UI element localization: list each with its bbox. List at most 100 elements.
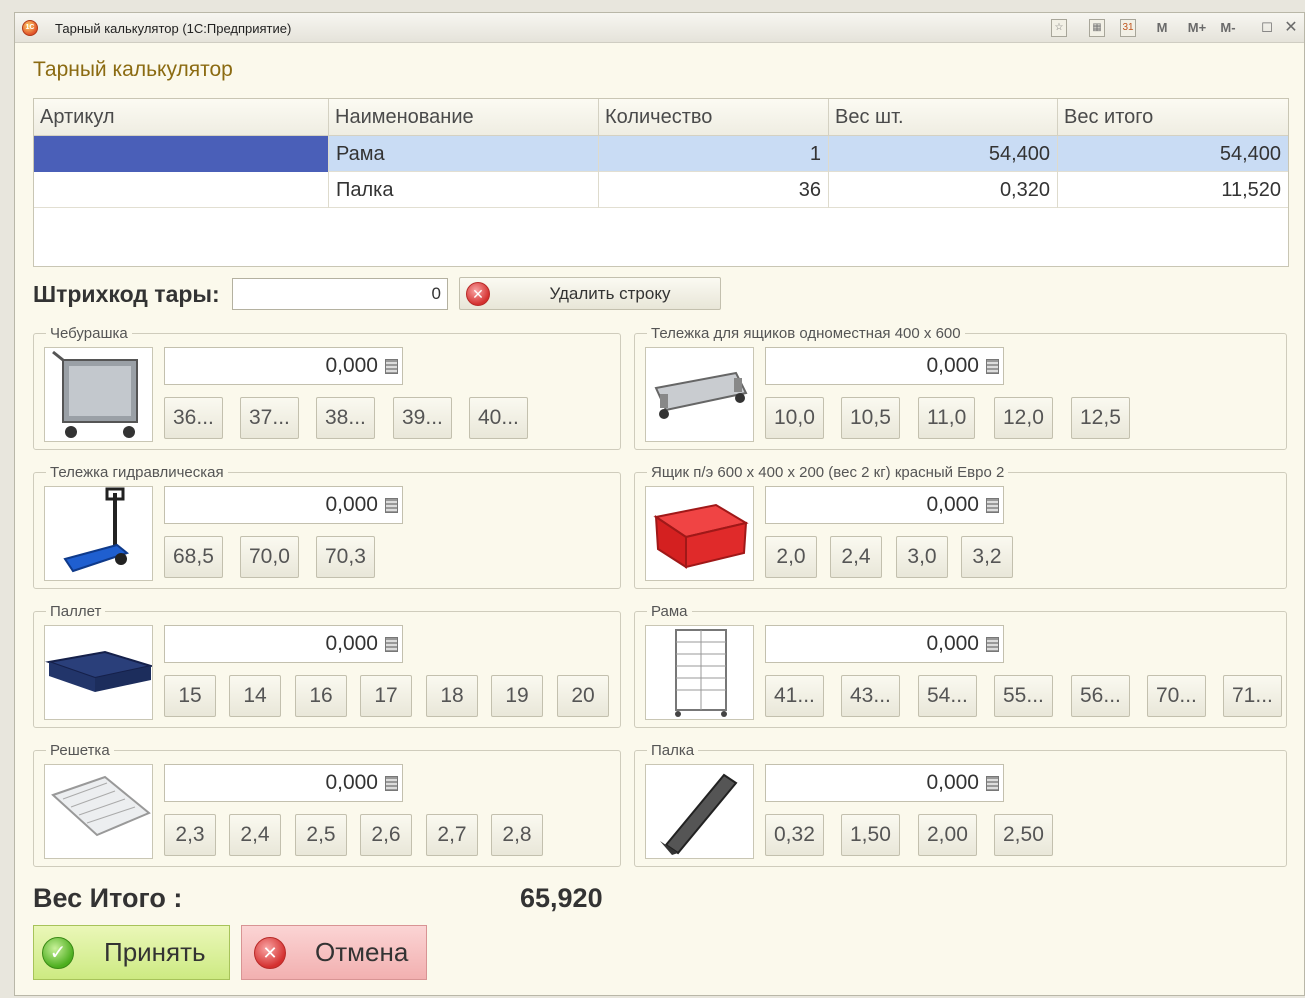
preset-button[interactable]: 40...: [469, 397, 528, 439]
cell-unit-weight[interactable]: 54,400: [829, 136, 1058, 172]
preset-button[interactable]: 70,0: [240, 536, 299, 578]
preset-button[interactable]: 10,5: [841, 397, 900, 439]
preset-button[interactable]: 20: [557, 675, 609, 717]
quantity-field[interactable]: 0,000: [164, 347, 403, 385]
cell-quantity[interactable]: 1: [599, 136, 829, 172]
check-icon: ✓: [42, 937, 74, 969]
calculator-icon[interactable]: [385, 498, 398, 513]
memory-minus-button[interactable]: M-: [1215, 18, 1241, 38]
preset-button[interactable]: 41...: [765, 675, 824, 717]
preset-button[interactable]: 14: [229, 675, 281, 717]
preset-button[interactable]: 0,32: [765, 814, 824, 856]
close-icon[interactable]: ✕: [1283, 18, 1299, 38]
calendar-icon[interactable]: 31: [1120, 19, 1136, 37]
quantity-field[interactable]: 0,000: [164, 625, 403, 663]
calculator-icon[interactable]: [986, 637, 999, 652]
preset-button[interactable]: 11,0: [918, 397, 976, 439]
accept-button[interactable]: ✓ Принять: [33, 925, 230, 980]
preset-button[interactable]: 3,2: [961, 536, 1013, 578]
quantity-field[interactable]: 0,000: [765, 764, 1004, 802]
delete-row-button[interactable]: ✕ Удалить строку: [459, 277, 721, 310]
cell-total-weight[interactable]: 54,400: [1058, 136, 1288, 172]
tare-group-box-dolly: Тележка для ящиков одноместная 400 х 600…: [634, 325, 1287, 450]
calculator-icon[interactable]: ▦: [1089, 19, 1105, 37]
calculator-icon[interactable]: [385, 637, 398, 652]
tare-group-rack: Рама 0,000 41... 43... 54... 55... 56...…: [634, 603, 1287, 728]
preset-button[interactable]: 55...: [994, 675, 1053, 717]
group-title: Паллет: [46, 603, 106, 620]
cell-quantity[interactable]: 36: [599, 172, 829, 208]
cancel-label: Отмена: [315, 937, 409, 967]
preset-button[interactable]: 39...: [393, 397, 452, 439]
table-row[interactable]: Рама 1 54,400 54,400: [34, 136, 1288, 172]
preset-button[interactable]: 68,5: [164, 536, 223, 578]
column-header-unit-weight[interactable]: Вес шт.: [829, 99, 1058, 136]
preset-button[interactable]: 70...: [1147, 675, 1206, 717]
calculator-icon[interactable]: [986, 359, 999, 374]
preset-button[interactable]: 2,5: [295, 814, 347, 856]
calculator-icon[interactable]: [385, 776, 398, 791]
cell-total-weight[interactable]: 11,520: [1058, 172, 1288, 208]
preset-button[interactable]: 15: [164, 675, 216, 717]
cell-name[interactable]: Рама: [329, 136, 599, 172]
table-row[interactable]: Палка 36 0,320 11,520: [34, 172, 1288, 208]
preset-button[interactable]: 2,00: [918, 814, 977, 856]
preset-button[interactable]: 2,0: [765, 536, 817, 578]
preset-button[interactable]: 2,6: [360, 814, 412, 856]
column-header-name[interactable]: Наименование: [329, 99, 599, 136]
grate-icon: [44, 764, 153, 859]
group-title: Тележка для ящиков одноместная 400 х 600: [647, 325, 965, 342]
preset-button[interactable]: 2,3: [164, 814, 216, 856]
preset-button[interactable]: 1,50: [841, 814, 900, 856]
cancel-button[interactable]: ✕ Отмена: [241, 925, 427, 980]
cell-unit-weight[interactable]: 0,320: [829, 172, 1058, 208]
quantity-field[interactable]: 0,000: [164, 764, 403, 802]
preset-button[interactable]: 56...: [1071, 675, 1130, 717]
preset-button[interactable]: 2,7: [426, 814, 478, 856]
quantity-field[interactable]: 0,000: [164, 486, 403, 524]
cell-article[interactable]: [34, 136, 329, 172]
title-bar: 1C Тарный калькулятор (1С:Предприятие) ☆…: [15, 13, 1304, 43]
preset-button[interactable]: 12,5: [1071, 397, 1130, 439]
total-weight-label: Вес Итого :: [33, 883, 183, 913]
tare-table[interactable]: Артикул Наименование Количество Вес шт. …: [33, 98, 1289, 267]
preset-button[interactable]: 18: [426, 675, 478, 717]
calculator-icon[interactable]: [385, 359, 398, 374]
maximize-icon[interactable]: ☐: [1258, 18, 1276, 38]
column-header-total-weight[interactable]: Вес итого: [1058, 99, 1288, 136]
quantity-field[interactable]: 0,000: [765, 347, 1004, 385]
preset-button[interactable]: 19: [491, 675, 543, 717]
memory-plus-button[interactable]: M+: [1184, 18, 1210, 38]
cell-article[interactable]: [34, 172, 329, 208]
preset-button[interactable]: 10,0: [765, 397, 824, 439]
preset-button[interactable]: 12,0: [994, 397, 1053, 439]
quantity-field[interactable]: 0,000: [765, 486, 1004, 524]
preset-button[interactable]: 70,3: [316, 536, 375, 578]
column-header-article[interactable]: Артикул: [34, 99, 329, 136]
preset-button[interactable]: 2,4: [229, 814, 281, 856]
crate-icon: [645, 486, 754, 581]
preset-button[interactable]: 38...: [316, 397, 375, 439]
preset-button[interactable]: 17: [360, 675, 412, 717]
preset-button[interactable]: 2,8: [491, 814, 543, 856]
preset-button[interactable]: 71...: [1223, 675, 1282, 717]
preset-button[interactable]: 36...: [164, 397, 223, 439]
pallet-icon: [44, 625, 153, 720]
preset-button[interactable]: 54...: [918, 675, 977, 717]
quantity-field[interactable]: 0,000: [765, 625, 1004, 663]
column-header-quantity[interactable]: Количество: [599, 99, 829, 136]
preset-button[interactable]: 43...: [841, 675, 900, 717]
cell-name[interactable]: Палка: [329, 172, 599, 208]
barcode-input[interactable]: 0: [232, 278, 448, 310]
preset-button[interactable]: 37...: [240, 397, 299, 439]
calculator-icon[interactable]: [986, 498, 999, 513]
preset-button[interactable]: 16: [295, 675, 347, 717]
preset-button[interactable]: 2,50: [994, 814, 1053, 856]
memory-button[interactable]: M: [1154, 18, 1170, 38]
group-title: Решетка: [46, 742, 114, 759]
calculator-icon[interactable]: [986, 776, 999, 791]
favorite-icon[interactable]: ☆: [1051, 19, 1067, 37]
preset-button[interactable]: 3,0: [896, 536, 948, 578]
preset-button[interactable]: 2,4: [830, 536, 882, 578]
quantity-value: 0,000: [325, 771, 378, 794]
